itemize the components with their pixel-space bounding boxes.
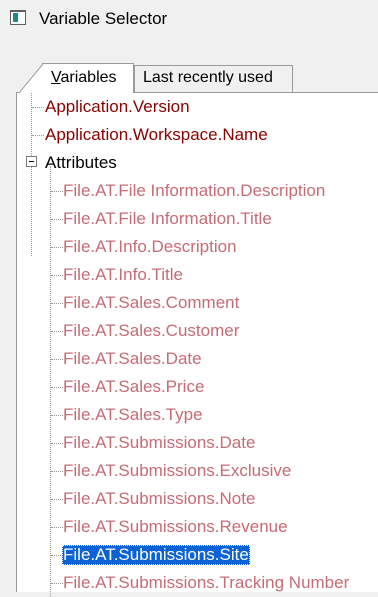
tree-item-attribute[interactable]: File.AT.Submissions.Site xyxy=(17,541,378,569)
tree-item-attribute[interactable]: File.AT.Submissions.Date xyxy=(17,429,378,457)
tab-last-recently-used[interactable]: Last recently used xyxy=(134,65,293,92)
tree-item-label: File.AT.Sales.Customer xyxy=(63,321,240,340)
tree-item-label: Application.Workspace.Name xyxy=(45,125,268,144)
tree-item-label: File.AT.File Information.Title xyxy=(63,209,272,228)
tree-item-attribute[interactable]: File.AT.Submissions.Revenue xyxy=(17,513,378,541)
tree-item-attribute[interactable]: File.AT.Submissions.Tracking Number xyxy=(17,569,378,597)
tree-item-label: File.AT.Submissions.Note xyxy=(63,489,256,508)
tree-item-attribute[interactable]: File.AT.Sales.Type xyxy=(17,401,378,429)
window-app-icon xyxy=(10,10,26,25)
window-title: Variable Selector xyxy=(39,9,168,28)
tree-item-label: File.AT.Sales.Type xyxy=(63,405,203,424)
tree-item-label: File.AT.Sales.Date xyxy=(63,349,202,368)
tree-item-attribute[interactable]: File.AT.Sales.Customer xyxy=(17,317,378,345)
tree-item-attribute[interactable]: File.AT.Submissions.Note xyxy=(17,485,378,513)
tree-group-attributes[interactable]: Attributes xyxy=(17,149,378,177)
tree-item-label: Application.Version xyxy=(45,97,190,116)
tree-item-label: File.AT.Info.Description xyxy=(63,237,237,256)
tree-connector xyxy=(32,135,44,136)
tree-item-attribute[interactable]: File.AT.Submissions.Exclusive xyxy=(17,457,378,485)
tab-variables-label-rest: ariables xyxy=(60,69,117,86)
tab-variables-label: Variables xyxy=(51,69,117,86)
tree-item-label: File.AT.Submissions.Site xyxy=(62,545,250,565)
tree-item-application-version[interactable]: Application.Version xyxy=(17,93,378,121)
tree-item-label: File.AT.Info.Title xyxy=(63,265,183,284)
tree-item-label: File.AT.File Information.Description xyxy=(63,181,326,200)
tree-item-attribute[interactable]: File.AT.File Information.Title xyxy=(17,205,378,233)
tab-edge xyxy=(19,63,43,93)
tree-connector xyxy=(32,107,44,108)
tree-item-attribute[interactable]: File.AT.Info.Title xyxy=(17,261,378,289)
tree-item-label: File.AT.Sales.Comment xyxy=(63,293,240,312)
tab-variables[interactable]: Variables xyxy=(19,63,134,93)
tree-item-label: File.AT.Sales.Price xyxy=(63,377,205,396)
tree-item-attribute[interactable]: File.AT.File Information.Description xyxy=(17,177,378,205)
tree-item-label: File.AT.Submissions.Exclusive xyxy=(63,461,292,480)
tree-item-label: File.AT.Submissions.Revenue xyxy=(63,517,288,536)
tree-item-application-workspace-name[interactable]: Application.Workspace.Name xyxy=(17,121,378,149)
tab-last-recently-used-label: Last recently used xyxy=(143,69,273,86)
variable-tree[interactable]: Application.Version Application.Workspac… xyxy=(16,92,378,596)
title-bar: Variable Selector xyxy=(0,0,378,38)
tree-item-attribute[interactable]: File.AT.Sales.Date xyxy=(17,345,378,373)
tree-group-label: Attributes xyxy=(45,153,117,172)
collapse-icon[interactable] xyxy=(26,156,37,167)
tree-item-attribute[interactable]: File.AT.Sales.Comment xyxy=(17,289,378,317)
tree-item-attribute[interactable]: File.AT.Info.Description xyxy=(17,233,378,261)
tree-item-attribute[interactable]: File.AT.Sales.Price xyxy=(17,373,378,401)
tree-item-label: File.AT.Submissions.Tracking Number xyxy=(63,573,350,592)
tree-item-label: File.AT.Submissions.Date xyxy=(63,433,256,452)
